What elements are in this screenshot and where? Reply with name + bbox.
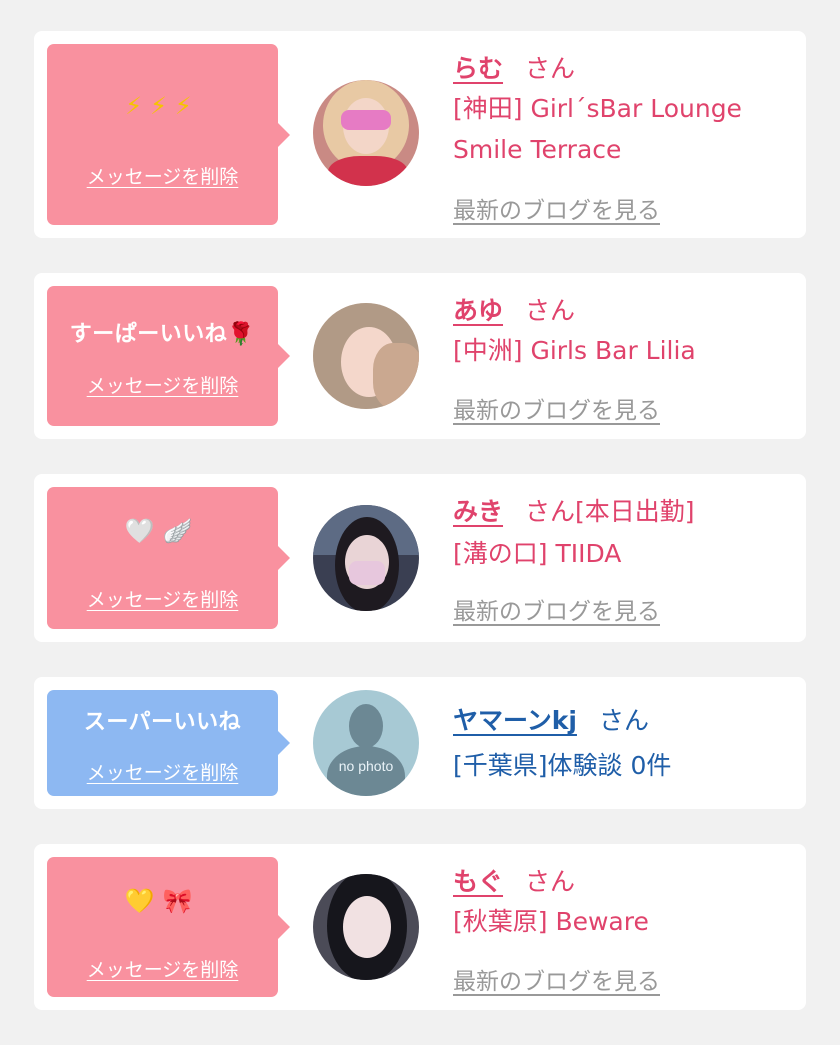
latest-blog-link[interactable]: 最新のブログを見る: [453, 962, 660, 996]
lightning-icon: ⚡: [150, 92, 175, 120]
stamp-icons: 💛🎀: [47, 887, 278, 915]
face-mask-sticker: [341, 110, 391, 130]
delete-message-link[interactable]: メッセージを削除: [47, 162, 278, 189]
stamp-icons: ⚡⚡⚡: [47, 92, 278, 120]
cast-name-link[interactable]: あゆ: [453, 296, 503, 325]
honorific: さん: [525, 54, 576, 83]
latest-blog-link[interactable]: 最新のブログを見る: [453, 191, 660, 225]
message-bubble: ⚡⚡⚡ メッセージを削除: [47, 44, 290, 225]
no-photo-label: no photo: [338, 758, 394, 774]
delete-message-link[interactable]: メッセージを削除: [47, 955, 278, 982]
review-count: [千葉県]体験談 0件: [453, 751, 672, 780]
honorific: さん[本日出勤]: [525, 497, 695, 526]
message-card: 🤍🪽 メッセージを削除 みき さん[本日出勤] [溝の口] TIIDA 最新のブロ…: [34, 474, 806, 642]
user-name-link[interactable]: ヤマーンkj: [453, 706, 577, 735]
avatar[interactable]: [313, 80, 419, 186]
wing-icon: 🪽: [162, 517, 201, 545]
message-card: すーぱーいいね🌹 メッセージを削除 あゆ さん [中洲] Girls Bar Li…: [34, 273, 806, 439]
latest-blog-link[interactable]: 最新のブログを見る: [453, 391, 660, 425]
reaction-title: スーパーいいね: [83, 710, 242, 735]
cast-name-link[interactable]: もぐ: [453, 867, 503, 896]
delete-message-link[interactable]: メッセージを削除: [47, 585, 278, 612]
cast-name-link[interactable]: らむ: [453, 54, 503, 83]
message-card: ⚡⚡⚡ メッセージを削除 らむ さん [神田] Girl´sBar Lounge …: [34, 31, 806, 238]
white-heart-icon: 🤍: [124, 517, 163, 545]
shop-name: [秋葉原] Beware: [453, 907, 649, 936]
lightning-icon: ⚡: [174, 92, 200, 120]
message-card: スーパーいいね メッセージを削除 no photo ヤマーンkj さん [千葉県]…: [34, 677, 806, 809]
message-bubble: すーぱーいいね🌹 メッセージを削除: [47, 286, 290, 426]
honorific: さん: [598, 706, 649, 735]
avatar[interactable]: [313, 505, 419, 611]
cast-name-link[interactable]: みき: [453, 497, 503, 526]
shop-name: [神田] Girl´sBar Lounge Smile Terrace: [453, 94, 742, 164]
message-list: ⚡⚡⚡ メッセージを削除 らむ さん [神田] Girl´sBar Lounge …: [0, 0, 840, 1045]
rose-icon: 🌹: [227, 322, 256, 347]
avatar[interactable]: [313, 303, 419, 409]
reaction-title: すーぱーいいね🌹: [69, 322, 256, 347]
delete-message-link[interactable]: メッセージを削除: [47, 758, 278, 785]
message-card: 💛🎀 メッセージを削除 もぐ さん [秋葉原] Beware 最新のブログを見る: [34, 844, 806, 1010]
yellow-heart-icon: 💛: [124, 887, 163, 915]
message-bubble: 💛🎀 メッセージを削除: [47, 857, 290, 997]
honorific: さん: [525, 296, 576, 325]
message-bubble: 🤍🪽 メッセージを削除: [47, 487, 290, 629]
silhouette-icon: [349, 704, 383, 748]
shop-name: [中洲] Girls Bar Lilia: [453, 336, 696, 365]
stamp-icons: 🤍🪽: [47, 517, 278, 545]
avatar[interactable]: [313, 874, 419, 980]
honorific: さん: [525, 867, 576, 896]
shop-name: [溝の口] TIIDA: [453, 539, 622, 568]
lightning-icon: ⚡: [125, 92, 151, 120]
delete-message-link[interactable]: メッセージを削除: [47, 371, 278, 398]
avatar-no-photo[interactable]: no photo: [313, 690, 419, 796]
ribbon-icon: 🎀: [162, 887, 201, 915]
message-bubble: スーパーいいね メッセージを削除: [47, 690, 290, 796]
latest-blog-link[interactable]: 最新のブログを見る: [453, 592, 660, 626]
